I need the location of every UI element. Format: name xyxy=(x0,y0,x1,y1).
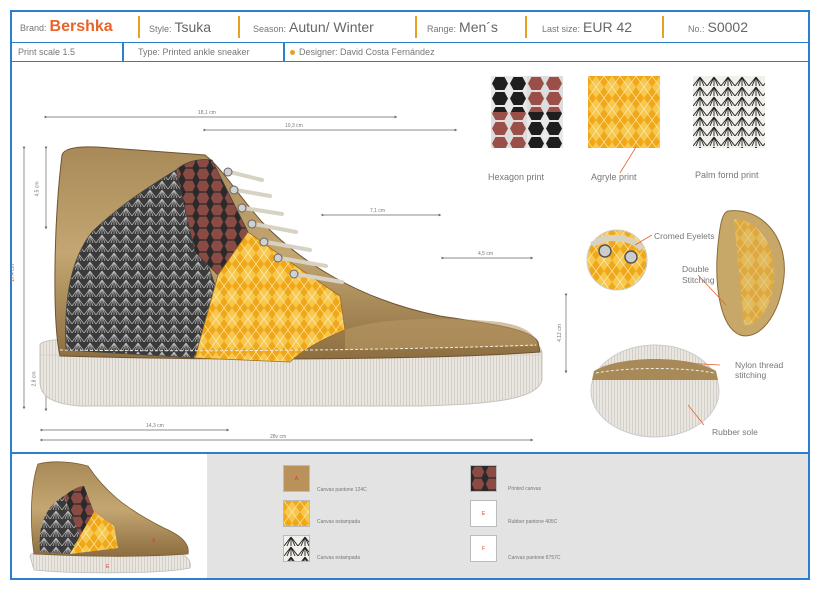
material-label: Canvas pantone 124C xyxy=(317,487,367,493)
material-code: F xyxy=(481,546,486,552)
material-swatch-rubber-405c: E xyxy=(470,500,497,527)
dimension-label: 4,12 cm xyxy=(556,324,563,342)
dimension-label: 18,1 cm xyxy=(198,110,216,116)
argyle-print-swatch xyxy=(588,76,660,148)
dimension-label: 14,3 cm xyxy=(146,423,164,429)
material-label: Canvas estampada xyxy=(317,555,361,561)
material-code: E xyxy=(481,511,486,517)
dimension-label: 17,4 cm xyxy=(9,264,16,282)
hexagon-print-label: Hexagon print xyxy=(488,172,545,182)
material-swatch-canvas-8757c: F xyxy=(470,535,497,562)
double-stitching-callout: Double Stitching xyxy=(682,264,715,285)
rubber-sole-callout: Rubber sole xyxy=(712,427,758,437)
material-swatch-palm-canvas xyxy=(283,535,310,562)
material-code: A xyxy=(294,476,299,482)
dimension-label: 28v cm xyxy=(270,434,287,440)
dimension-label: 2,8 cm xyxy=(31,371,38,387)
material-swatch-canvas-124c: A xyxy=(283,465,310,492)
palm-frond-print-swatch xyxy=(693,76,765,148)
detail-views xyxy=(586,210,785,438)
material-swatch-argyle-canvas xyxy=(283,500,310,527)
hexagon-print-swatch xyxy=(491,76,563,148)
material-label: Canvas pantone 8757C xyxy=(508,555,561,561)
material-label: Rubber pantone 405C xyxy=(508,519,558,525)
dimension-label: 10,3 cm xyxy=(285,123,303,129)
argyle-print-label: Agryle print xyxy=(591,172,637,182)
dimension-label: 4,5 cm xyxy=(478,251,494,257)
material-label: Canvas estampada xyxy=(317,519,361,525)
material-map-thumbnail: A E xyxy=(29,461,191,574)
material-label: Printed canvas xyxy=(508,486,542,492)
palm-frond-print-label: Palm fornd print xyxy=(695,170,759,180)
dimension-label: 4,5 cm xyxy=(34,181,41,197)
material-swatch-printed-canvas xyxy=(470,465,497,492)
dimension-label: 7,1 cm xyxy=(370,208,386,214)
eyelets-callout: Cromed Eyelets xyxy=(654,231,715,241)
nylon-stitching-callout: Nylon thread stitching xyxy=(735,360,784,380)
